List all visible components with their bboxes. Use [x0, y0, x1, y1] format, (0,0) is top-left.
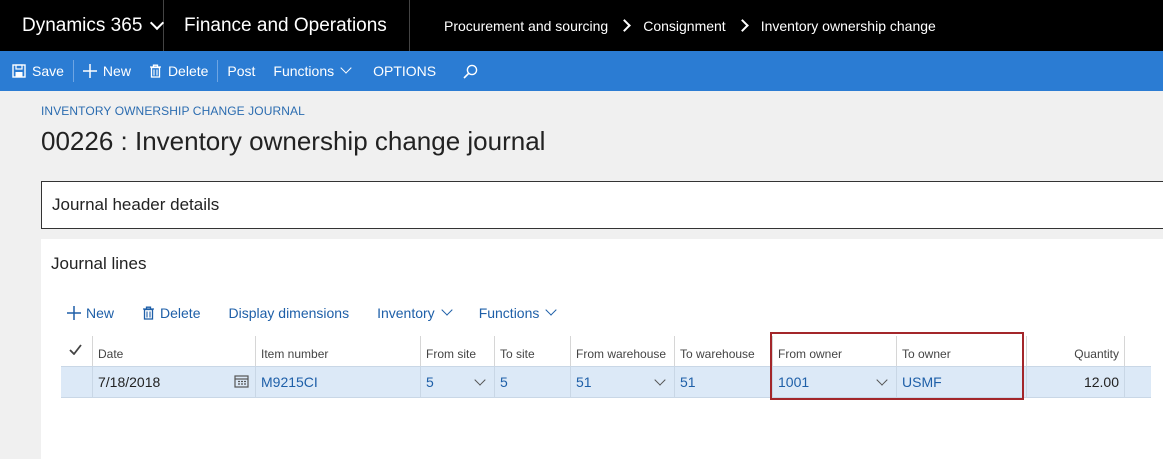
column-header-date[interactable]: Date — [93, 336, 256, 366]
top-navigation-bar: Dynamics 365 Finance and Operations Proc… — [0, 0, 1163, 51]
new-button[interactable]: New — [74, 51, 140, 91]
journal-lines-grid: Date Item number From site To site From … — [61, 336, 1151, 398]
chevron-down-icon[interactable] — [876, 374, 888, 386]
lines-functions-menu[interactable]: Functions — [478, 304, 558, 321]
to-warehouse-cell[interactable]: 51 — [675, 367, 773, 397]
from-site-cell[interactable]: 5 — [421, 367, 495, 397]
column-header-to-owner[interactable]: To owner — [897, 336, 1027, 366]
plus-icon — [82, 64, 97, 78]
page-content: INVENTORY OWNERSHIP CHANGE JOURNAL 00226… — [0, 91, 1163, 459]
chevron-right-icon — [618, 19, 632, 32]
grid-header-row: Date Item number From site To site From … — [61, 336, 1151, 366]
breadcrumb-procurement[interactable]: Procurement and sourcing — [444, 18, 608, 34]
chevron-down-icon[interactable] — [474, 374, 486, 386]
page-title: 00226 : Inventory ownership change journ… — [41, 126, 546, 156]
breadcrumb-ownership-change[interactable]: Inventory ownership change — [761, 18, 936, 34]
chevron-down-icon[interactable] — [654, 374, 666, 386]
options-tab[interactable]: OPTIONS — [359, 51, 445, 91]
display-dimensions-button[interactable]: Display dimensions — [228, 305, 349, 321]
select-all-checkbox[interactable] — [61, 336, 93, 366]
column-header-to-warehouse[interactable]: To warehouse — [675, 336, 773, 366]
journal-lines-section: Journal lines New Delete Display dimensi… — [41, 239, 1163, 459]
lines-functions-label: Functions — [478, 305, 540, 321]
from-warehouse-value: 51 — [576, 374, 592, 390]
from-owner-value: 1001 — [778, 374, 810, 390]
from-site-value: 5 — [426, 374, 434, 390]
row-select-checkbox[interactable] — [61, 367, 93, 397]
date-cell[interactable]: 7/18/2018 — [93, 367, 256, 397]
column-header-from-owner[interactable]: From owner — [773, 336, 897, 366]
post-button[interactable]: Post — [218, 51, 264, 91]
app-switcher[interactable]: Dynamics 365 — [0, 0, 165, 51]
search-button[interactable] — [445, 51, 493, 91]
column-header-to-site[interactable]: To site — [495, 336, 571, 366]
journal-header-details-tab[interactable]: Journal header details — [41, 181, 1163, 229]
chevron-right-icon — [735, 19, 749, 32]
to-site-cell[interactable]: 5 — [495, 367, 571, 397]
post-label: Post — [227, 63, 256, 79]
column-header-item-number[interactable]: Item number — [256, 336, 421, 366]
app-name: Dynamics 365 — [22, 14, 143, 36]
fasttab-label: Journal header details — [52, 195, 220, 214]
date-value: 7/18/2018 — [98, 374, 161, 390]
lines-delete-button[interactable]: Delete — [142, 305, 200, 321]
new-label: New — [102, 63, 131, 79]
lines-new-button[interactable]: New — [67, 305, 114, 321]
delete-button[interactable]: Delete — [140, 51, 217, 91]
trash-icon — [143, 306, 155, 320]
lines-new-label: New — [86, 305, 115, 321]
item-number-cell[interactable]: M9215CI — [256, 367, 421, 397]
table-row[interactable]: 7/18/2018 M9215CI 5 5 51 51 1001 USMF 12… — [61, 366, 1151, 398]
chevron-down-icon — [150, 15, 165, 30]
chevron-down-icon — [441, 304, 453, 316]
search-icon — [463, 64, 478, 79]
quantity-cell[interactable]: 12.00 — [1027, 367, 1125, 397]
from-warehouse-cell[interactable]: 51 — [571, 367, 675, 397]
breadcrumb-consignment[interactable]: Consignment — [643, 18, 726, 34]
column-header-quantity[interactable]: Quantity — [1027, 336, 1125, 366]
trash-icon — [149, 64, 161, 78]
breadcrumb: Procurement and sourcing Consignment Inv… — [410, 18, 936, 34]
calendar-icon[interactable] — [234, 374, 249, 388]
checkmark-icon — [69, 344, 82, 356]
lines-delete-label: Delete — [160, 305, 201, 321]
from-owner-cell[interactable]: 1001 — [773, 367, 897, 397]
action-pane: Save New Delete Post Functions OPTIONS — [0, 51, 1163, 91]
page-caption: INVENTORY OWNERSHIP CHANGE JOURNAL — [41, 104, 305, 118]
section-title: Journal lines — [51, 254, 147, 273]
column-header-from-site[interactable]: From site — [421, 336, 495, 366]
column-header-from-warehouse[interactable]: From warehouse — [571, 336, 675, 366]
plus-icon — [67, 306, 81, 320]
save-label: Save — [32, 63, 64, 79]
journal-lines-toolbar: New Delete Display dimensions Inventory … — [67, 304, 583, 321]
functions-label: Functions — [273, 63, 335, 79]
chevron-down-icon — [545, 304, 558, 316]
save-icon — [12, 64, 26, 78]
options-label: OPTIONS — [373, 63, 437, 79]
delete-label: Delete — [167, 63, 209, 79]
display-dimensions-label: Display dimensions — [228, 305, 350, 321]
inventory-label: Inventory — [377, 305, 435, 321]
functions-menu[interactable]: Functions — [264, 51, 359, 91]
module-name[interactable]: Finance and Operations — [164, 0, 410, 51]
chevron-down-icon — [340, 62, 352, 74]
inventory-menu[interactable]: Inventory — [377, 304, 453, 321]
save-button[interactable]: Save — [0, 51, 73, 91]
to-owner-cell[interactable]: USMF — [897, 367, 1027, 397]
